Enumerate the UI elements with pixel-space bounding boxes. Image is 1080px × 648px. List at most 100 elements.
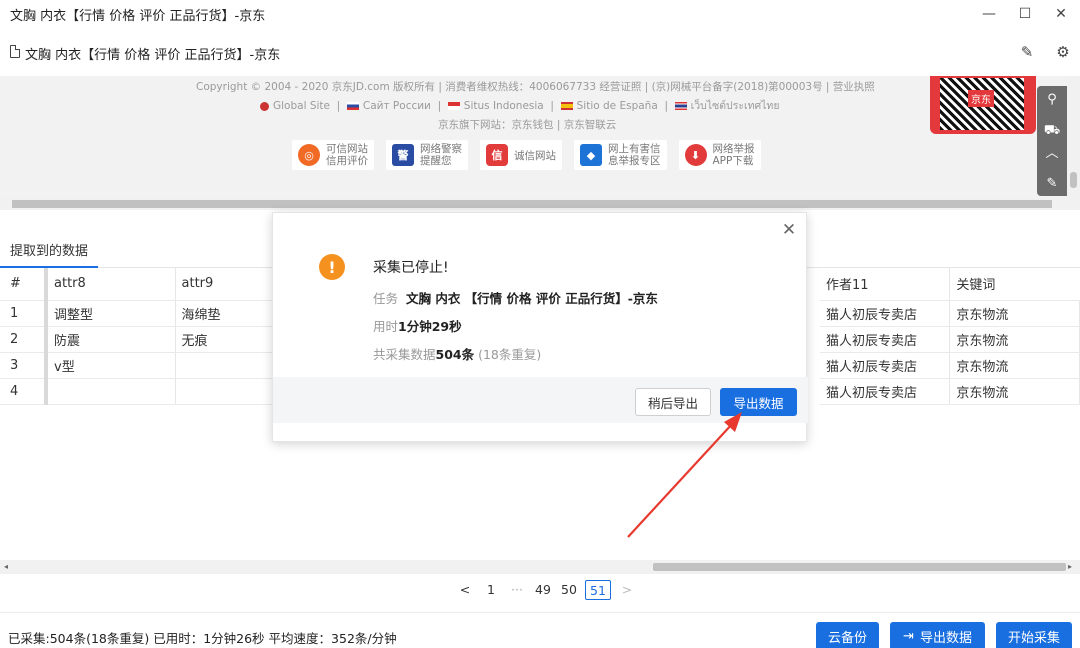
web-view-vertical-scrollbar[interactable]	[1067, 76, 1080, 210]
table-cell: 1	[0, 300, 48, 327]
qr-badge: 京东	[968, 90, 994, 107]
close-dialog-icon[interactable]: ✕	[778, 219, 800, 241]
column-header[interactable]: #	[0, 268, 48, 301]
sub-sites-line: 京东旗下网站：京东钱包 | 京东智联云	[438, 119, 617, 131]
time-value: 1分钟29秒	[398, 319, 462, 334]
table-cell: 无痕	[175, 326, 276, 353]
column-header[interactable]: 关键词	[949, 268, 1080, 301]
trust-badge[interactable]: ⬇ 网络举报 APP下载	[678, 140, 761, 170]
task-label: 任务	[373, 291, 399, 306]
page-ellipsis[interactable]: ···	[507, 580, 527, 600]
trust-badge[interactable]: 信诚信网站	[480, 140, 562, 170]
report-icon: ◆	[580, 144, 602, 166]
export-icon: ⇥	[903, 628, 914, 644]
table-row[interactable]: 猫人初辰专卖店 京东物流	[820, 378, 1080, 405]
settings-gear-icon[interactable]: ⚙	[1053, 42, 1073, 62]
export-data-label: 导出数据	[919, 630, 972, 646]
feedback-icon[interactable]: ✎	[1037, 172, 1067, 194]
page-icon	[10, 45, 20, 58]
data-table-right: 作者11 关键词 猫人初辰专卖店 京东物流 猫人初辰专卖店 京东物流 猫人初辰专卖店…	[820, 268, 1080, 405]
column-header[interactable]: attr9	[175, 268, 276, 301]
table-cell	[46, 378, 176, 405]
intl-site-russia[interactable]: Сайт России	[363, 100, 431, 112]
table-cell: 猫人初辰专卖店	[820, 352, 951, 379]
copyright-line: Copyright © 2004 - 2020 京东JD.com 版权所有 | …	[196, 81, 875, 93]
page-50[interactable]: 50	[559, 580, 579, 600]
status-bar: 已采集:504条(18条重复) 已用时：1分钟26秒 平均速度：352条/分钟 …	[0, 612, 1080, 648]
scrollbar-thumb[interactable]	[12, 200, 1052, 208]
tab-extracted-data[interactable]: 提取到的数据	[0, 238, 98, 268]
floating-sidebar: ⚲ ⛟ ︿ ✎	[1037, 86, 1067, 196]
table-row[interactable]: 1 调整型 海绵垫	[0, 300, 276, 327]
intl-sites-line: Global Site | Сайт России | Situs Indone…	[260, 97, 780, 114]
total-value: 504条	[435, 347, 475, 362]
prev-page-button[interactable]: <	[455, 580, 475, 600]
table-header-row: # attr8 attr9	[0, 268, 276, 301]
qr-code[interactable]: 京东	[930, 76, 1036, 134]
table-horizontal-scrollbar[interactable]: ◂ ▸	[0, 560, 1080, 574]
address-bar: 文胸 内衣【行情 价格 评价 正品行货】-京东 ✎ ⚙	[0, 28, 1080, 76]
start-collect-button[interactable]: 开始采集	[996, 622, 1072, 648]
page-url[interactable]: 文胸 内衣【行情 价格 评价 正品行货】-京东	[25, 44, 280, 63]
table-cell: 京东物流	[949, 352, 1080, 379]
table-row[interactable]: 猫人初辰专卖店 京东物流	[820, 352, 1080, 379]
scroll-right-icon[interactable]: ▸	[1068, 562, 1072, 571]
title-bar: 文胸 内衣【行情 价格 评价 正品行货】-京东 — ☐ ✕	[0, 0, 1080, 28]
trust-badge[interactable]: 警网络警察 提醒您	[386, 140, 468, 170]
cart-icon[interactable]: ⛟	[1037, 120, 1067, 142]
dialog-title: 采集已停止!	[373, 260, 449, 276]
table-cell: 4	[0, 378, 48, 405]
intl-site-spain[interactable]: Sitio de España	[577, 100, 658, 112]
close-window-button[interactable]: ✕	[1038, 0, 1080, 28]
web-view-horizontal-scrollbar[interactable]	[0, 198, 1067, 210]
time-row: 用时1分钟29秒	[373, 316, 462, 335]
table-cell: 2	[0, 326, 48, 353]
time-label: 用时	[373, 319, 399, 334]
table-cell: 猫人初辰专卖店	[820, 378, 951, 405]
scrollbar-thumb[interactable]	[653, 563, 1066, 571]
arrow-up-icon[interactable]: ︿	[1037, 140, 1067, 162]
table-row[interactable]: 3 v型	[0, 352, 276, 379]
table-cell: 猫人初辰专卖店	[820, 300, 951, 327]
trust-badge[interactable]: ◆ 网上有害信 息举报专区	[574, 140, 667, 170]
intl-site-indonesia[interactable]: Situs Indonesia	[464, 100, 544, 112]
task-row: 任务 文胸 内衣 【行情 价格 评价 正品行货】-京东	[373, 288, 658, 307]
annotation-arrow	[627, 412, 742, 538]
page-1[interactable]: 1	[481, 580, 501, 600]
table-cell: 防震	[46, 326, 176, 353]
table-cell	[175, 352, 276, 379]
edit-icon[interactable]: ✎	[1017, 42, 1037, 62]
next-page-button[interactable]: >	[617, 580, 637, 600]
table-cell: 京东物流	[949, 300, 1080, 327]
column-header[interactable]: 作者11	[820, 268, 951, 301]
integrity-icon: 信	[486, 144, 508, 166]
collection-status: 已采集:504条(18条重复) 已用时：1分钟26秒 平均速度：352条/分钟	[8, 631, 397, 646]
table-row[interactable]: 猫人初辰专卖店 京东物流	[820, 326, 1080, 353]
trust-badge[interactable]: ◎ 可信网站 信用评价	[292, 140, 374, 170]
warning-icon: !	[319, 254, 345, 280]
russia-flag-icon	[346, 102, 359, 110]
table-cell: 调整型	[46, 300, 176, 327]
column-header[interactable]: attr8	[46, 268, 176, 301]
table-row[interactable]: 2 防震 无痕	[0, 326, 276, 353]
table-row[interactable]: 4	[0, 378, 276, 405]
page-49[interactable]: 49	[533, 580, 553, 600]
indonesia-flag-icon	[447, 102, 460, 110]
table-cell: 海绵垫	[175, 300, 276, 327]
web-view: Copyright © 2004 - 2020 京东JD.com 版权所有 | …	[0, 76, 1067, 198]
globe-icon	[260, 101, 269, 111]
intl-site-global[interactable]: Global Site	[273, 100, 330, 112]
page-current[interactable]: 51	[585, 580, 611, 600]
user-icon[interactable]: ⚲	[1037, 88, 1067, 110]
cloud-backup-button[interactable]: 云备份	[816, 622, 879, 648]
scroll-left-icon[interactable]: ◂	[4, 562, 8, 571]
total-row: 共采集数据504条 (18条重复)	[373, 344, 541, 363]
scrollbar-thumb[interactable]	[1070, 172, 1077, 188]
arrow-shaft	[627, 422, 734, 538]
table-row[interactable]: 猫人初辰专卖店 京东物流	[820, 300, 1080, 327]
table-cell: 猫人初辰专卖店	[820, 326, 951, 353]
table-cell: 3	[0, 352, 48, 379]
table-cell	[175, 378, 276, 405]
intl-site-thailand[interactable]: เว็บไซต์ประเทศไทย	[691, 100, 780, 112]
export-data-button-bottom[interactable]: ⇥ 导出数据	[890, 622, 985, 648]
